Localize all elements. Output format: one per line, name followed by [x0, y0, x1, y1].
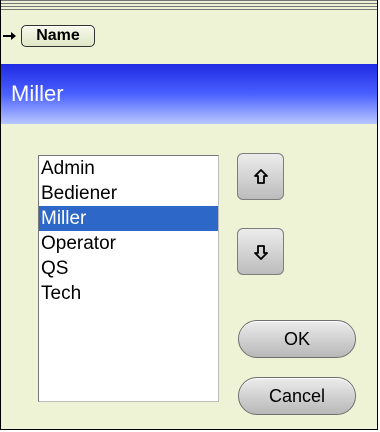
selected-user-value: Miller — [11, 81, 64, 106]
cancel-button[interactable]: Cancel — [238, 377, 356, 415]
list-item-admin[interactable]: Admin — [39, 156, 218, 181]
move-down-button[interactable] — [237, 228, 284, 275]
list-item-tech[interactable]: Tech — [39, 281, 218, 306]
list-item-bediener[interactable]: Bediener — [39, 181, 218, 206]
name-row: Name — [1, 22, 95, 50]
dialog-frame: Name Miller Admin Bediener Miller Operat… — [0, 0, 378, 430]
list-item-operator[interactable]: Operator — [39, 231, 218, 256]
selected-user-header: Miller — [1, 64, 377, 124]
ok-button[interactable]: OK — [238, 320, 356, 358]
right-arrow-icon — [2, 29, 20, 43]
move-up-button[interactable] — [237, 153, 284, 200]
list-item-qs[interactable]: QS — [39, 256, 218, 281]
user-list[interactable]: Admin Bediener Miller Operator QS Tech — [38, 155, 219, 402]
up-arrow-icon — [253, 168, 269, 186]
down-arrow-icon — [253, 243, 269, 261]
name-label: Name — [21, 25, 95, 47]
top-lines — [1, 0, 377, 14]
list-item-miller[interactable]: Miller — [39, 206, 218, 231]
